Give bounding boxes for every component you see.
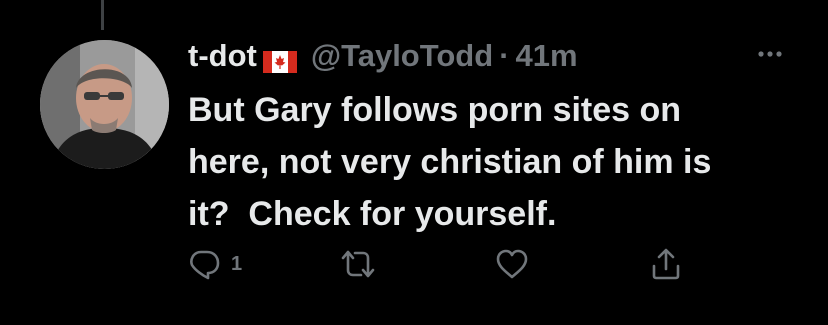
tweet-actions-bar: 1	[0, 240, 828, 290]
meta-separator: ·	[499, 38, 510, 73]
more-icon[interactable]	[755, 44, 785, 64]
like-icon	[495, 248, 529, 280]
thread-connector-line	[101, 0, 104, 30]
user-handle[interactable]: @TayloTodd	[311, 38, 493, 74]
retweet-icon	[340, 248, 376, 280]
avatar[interactable]	[40, 40, 169, 169]
like-button[interactable]	[495, 246, 529, 282]
reply-icon	[187, 248, 221, 280]
timestamp[interactable]: 41m	[516, 38, 578, 74]
tweet-header: t-dot @TayloTodd · 41m	[188, 34, 578, 78]
share-icon	[649, 247, 683, 281]
display-name[interactable]: t-dot	[188, 38, 257, 74]
share-button[interactable]	[649, 246, 683, 282]
reply-button[interactable]: 1	[187, 246, 242, 282]
tweet-text: But Gary follows porn sites on here, not…	[188, 91, 712, 233]
avatar-photo	[40, 40, 169, 169]
reply-count: 1	[231, 252, 243, 275]
retweet-button[interactable]	[340, 246, 376, 282]
canada-flag-icon	[262, 45, 297, 73]
